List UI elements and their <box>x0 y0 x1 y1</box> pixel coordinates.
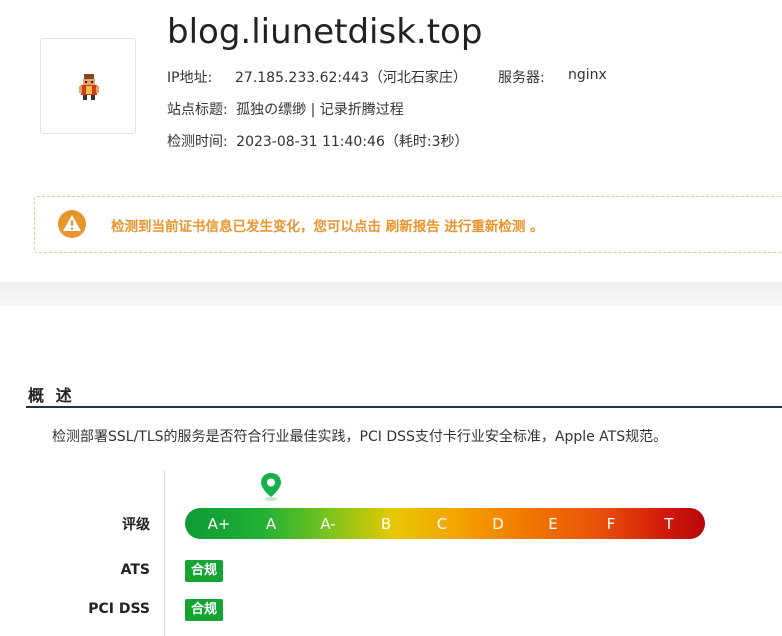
site-title-row: 站点标题: 孤独の缥缈 | 记录折腾过程 <box>167 99 404 119</box>
label-divider <box>164 470 165 636</box>
grade-t: T <box>664 515 674 533</box>
site-favicon <box>40 38 136 134</box>
site-title-label: 站点标题: <box>167 102 228 118</box>
grade-b: B <box>380 515 392 533</box>
alert-text[interactable]: 检测到当前证书信息已发生变化，您可以点击 刷新报告 进行重新检测 。 <box>111 215 544 235</box>
ats-status-badge: 合规 <box>185 560 223 582</box>
grade-c: C <box>436 515 448 533</box>
certificate-change-alert: 检测到当前证书信息已发生变化，您可以点击 刷新报告 进行重新检测 。 <box>34 196 782 253</box>
pci-dss-status-badge: 合规 <box>185 599 223 621</box>
ats-label: ATS <box>120 562 150 578</box>
favicon-image-icon <box>79 74 99 100</box>
ip-label: IP地址: <box>167 70 213 86</box>
site-domain: blog.liunetdisk.top <box>167 12 483 52</box>
pci-dss-label: PCI DSS <box>88 601 150 617</box>
overview-description: 检测部署SSL/TLS的服务是否符合行业最佳实践，PCI DSS支付卡行业安全标… <box>52 429 668 445</box>
site-header: blog.liunetdisk.top IP地址: 27.185.233.62:… <box>0 0 782 282</box>
overview-underline <box>26 406 782 408</box>
check-time-value: 2023-08-31 11:40:46（耗时:3秒） <box>236 134 469 150</box>
grade-marker-icon <box>261 473 281 501</box>
ip-value: 27.185.233.62:443（河北石家庄） <box>235 70 467 86</box>
section-divider-band <box>0 282 782 306</box>
grade-d: D <box>492 515 504 533</box>
rating-label: 评级 <box>122 517 150 533</box>
check-time-row: 检测时间: 2023-08-31 11:40:46（耗时:3秒） <box>167 131 468 151</box>
site-title-value: 孤独の缥缈 | 记录折腾过程 <box>236 102 404 118</box>
grade-a-minus: A- <box>320 515 336 533</box>
overview-title: 概 述 <box>28 386 75 405</box>
check-time-label: 检测时间: <box>167 134 228 150</box>
grade-f: F <box>606 515 616 533</box>
grade-scale-bar: A+ A A- B C D E F T <box>185 508 705 539</box>
grade-a: A <box>265 515 277 533</box>
grade-a-plus: A+ <box>207 515 231 533</box>
grade-e: E <box>548 515 558 533</box>
server-label: 服务器: <box>498 70 545 86</box>
warning-icon <box>58 210 86 238</box>
server-value: nginx <box>568 67 607 83</box>
